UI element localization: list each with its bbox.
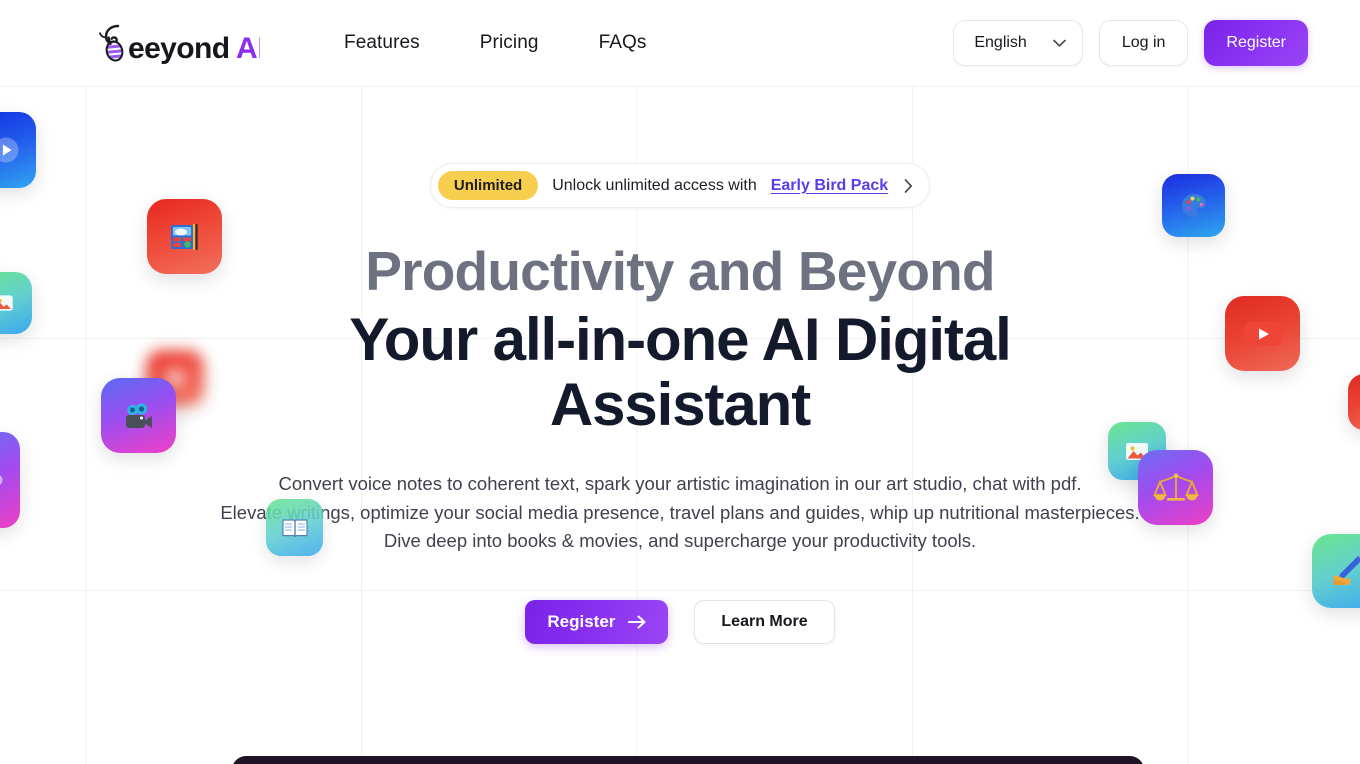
svg-text:eeyond: eeyond [128, 32, 229, 65]
nav-item-pricing[interactable]: Pricing [478, 26, 541, 60]
main-navigation: Features Pricing FAQs [342, 26, 648, 60]
nav-item-features[interactable]: Features [342, 26, 422, 60]
hero-eyebrow: Productivity and Beyond [365, 240, 995, 302]
language-selector-value: English [974, 34, 1027, 51]
hero-description-line-1: Convert voice notes to coherent text, sp… [278, 472, 1082, 494]
header-actions: English Log in Register [953, 20, 1308, 66]
scales-icon [1138, 450, 1213, 525]
nav-item-faqs[interactable]: FAQs [597, 26, 649, 60]
hero-cta-row: Register Learn More [0, 599, 1360, 644]
site-header: eeyond AI Features Pricing FAQs English … [0, 0, 1360, 86]
hero-description-line-2: Elevate writings, optimize your social m… [220, 501, 1140, 523]
brand-logo[interactable]: eeyond AI [88, 17, 260, 69]
login-button[interactable]: Log in [1098, 20, 1189, 66]
promo-link-early-bird-pack[interactable]: Early Bird Pack [771, 177, 888, 195]
promo-text: Unlock unlimited access with [552, 176, 757, 194]
promo-badge: Unlimited [437, 171, 539, 200]
register-button-hero-label: Register [547, 611, 616, 631]
promo-banner[interactable]: Unlimited Unlock unlimited access with E… [429, 163, 931, 208]
arrow-right-icon [628, 615, 646, 629]
language-selector[interactable]: English [953, 20, 1083, 66]
content-card-top-edge [232, 756, 1144, 764]
register-button-header[interactable]: Register [1204, 20, 1308, 66]
hero-headings: Productivity and Beyond Your all-in-one … [0, 242, 1360, 438]
learn-more-button[interactable]: Learn More [694, 599, 835, 644]
chevron-right-icon [904, 178, 913, 193]
chevron-down-icon [1052, 39, 1066, 47]
hero-section: Unlimited Unlock unlimited access with E… [0, 86, 1360, 764]
promo-banner-wrap: Unlimited Unlock unlimited access with E… [0, 163, 1360, 208]
page-root: eeyond AI Features Pricing FAQs English … [0, 0, 1360, 764]
hero-description-line-3: Dive deep into books & movies, and super… [383, 530, 977, 552]
bee-logo-icon: eeyond AI [99, 24, 260, 65]
page-title: Your all-in-one AI Digital Assistant [349, 306, 1012, 439]
hero-description: Convert voice notes to coherent text, sp… [215, 470, 1145, 556]
book-icon [266, 499, 323, 556]
video-camera-icon [101, 378, 176, 453]
register-button-hero[interactable]: Register [525, 599, 669, 644]
svg-text:AI: AI [236, 32, 260, 65]
